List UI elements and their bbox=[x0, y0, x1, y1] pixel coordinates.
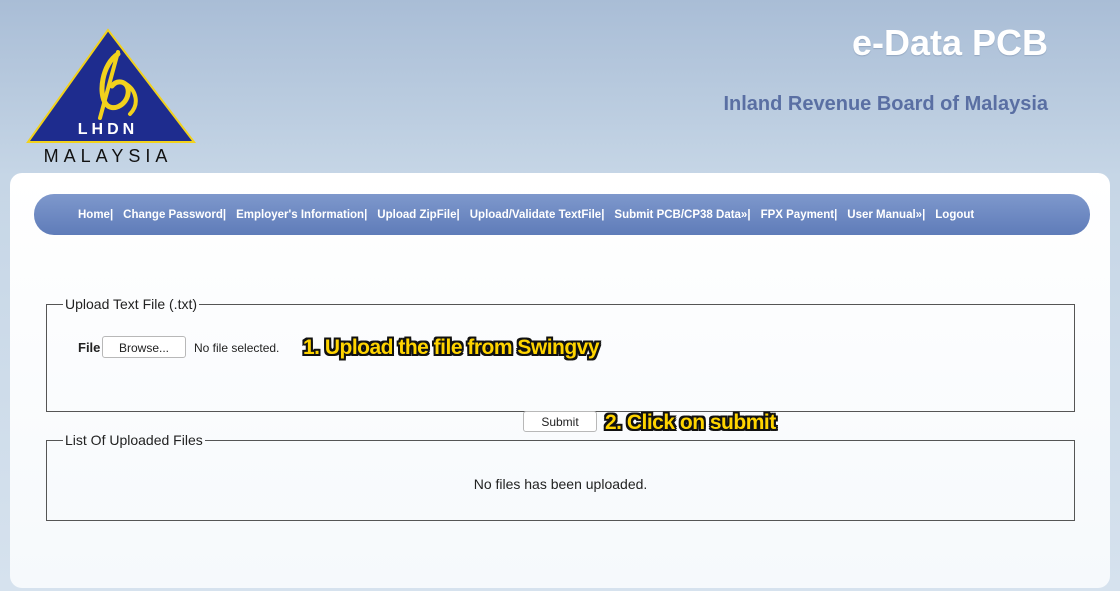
nav-separator: | bbox=[109, 208, 114, 221]
nav-separator: | bbox=[456, 208, 460, 221]
nav-item-user-manual[interactable]: User Manual» bbox=[847, 209, 922, 221]
upload-fieldset-legend: Upload Text File (.txt) bbox=[65, 296, 198, 312]
nav-item-upload-zipfile[interactable]: Upload ZipFile bbox=[377, 209, 456, 221]
nav-separator: | bbox=[747, 208, 751, 221]
nav-separator: | bbox=[834, 208, 838, 221]
main-nav: Home | Change Password | Employer's Inform… bbox=[34, 194, 1090, 235]
annotation-step-1: 1. Upload the file from Swingvy bbox=[303, 336, 600, 359]
nav-separator: | bbox=[364, 208, 368, 221]
org-title: Inland Revenue Board of Malaysia bbox=[723, 93, 1048, 115]
app-title: e-Data PCB bbox=[851, 22, 1048, 63]
nav-item-upload-validate-textfile[interactable]: Upload/Validate TextFile bbox=[470, 209, 601, 221]
nav-item-change-password[interactable]: Change Password bbox=[123, 209, 223, 221]
browse-button[interactable]: Browse... bbox=[102, 336, 186, 358]
uploaded-files-empty-message: No files has been uploaded. bbox=[473, 476, 648, 492]
lhdn-logo: LHDN MALAYSIA bbox=[22, 24, 200, 166]
submit-button[interactable]: Submit bbox=[523, 411, 597, 432]
logo-text-lhdn: LHDN bbox=[78, 121, 138, 138]
nav-separator: | bbox=[222, 208, 227, 221]
lhdn-logo-icon: LHDN MALAYSIA bbox=[26, 28, 197, 166]
uploaded-files-legend: List Of Uploaded Files bbox=[65, 432, 203, 448]
file-status-text: No file selected. bbox=[194, 341, 280, 355]
logo-text-malaysia: MALAYSIA bbox=[44, 146, 173, 166]
nav-item-employer-information[interactable]: Employer's Information bbox=[236, 209, 364, 221]
nav-item-logout[interactable]: Logout bbox=[935, 209, 974, 221]
nav-separator: | bbox=[922, 208, 926, 221]
nav-separator: | bbox=[601, 208, 605, 221]
nav-item-fpx-payment[interactable]: FPX Payment bbox=[761, 209, 835, 221]
nav-item-home[interactable]: Home bbox=[78, 209, 110, 221]
nav-item-submit-pcb-cp38[interactable]: Submit PCB/CP38 Data» bbox=[614, 209, 747, 221]
